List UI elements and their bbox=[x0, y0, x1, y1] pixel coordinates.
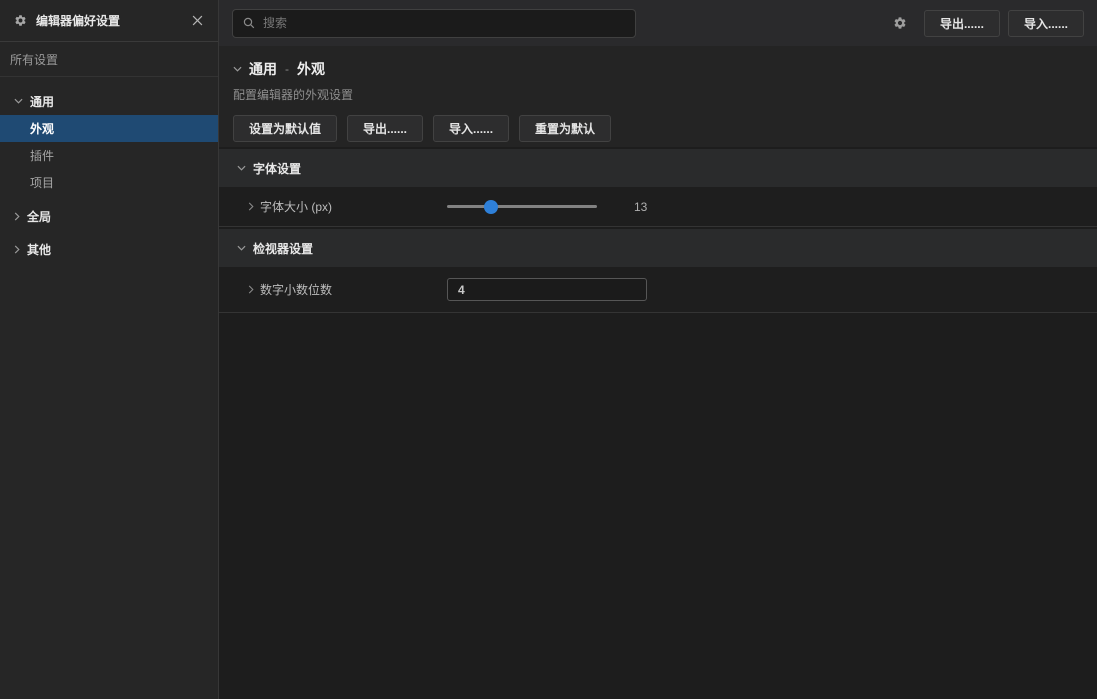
main-panel: 导出...... 导入...... 通用 - 外观 配置编辑器的外观设置 设置为… bbox=[219, 0, 1097, 699]
page-title: 外观 bbox=[297, 59, 325, 79]
section-title: 字体设置 bbox=[253, 160, 301, 177]
sidebar-item-project[interactable]: 项目 bbox=[0, 169, 218, 196]
chevron-down-icon[interactable] bbox=[233, 66, 242, 72]
slider-track[interactable] bbox=[447, 205, 597, 208]
search-box bbox=[232, 9, 636, 38]
chevron-right-icon[interactable] bbox=[248, 285, 254, 294]
setting-label: 数字小数位数 bbox=[260, 281, 447, 298]
reset-default-button[interactable]: 重置为默认 bbox=[519, 115, 611, 142]
settings-gear-icon[interactable] bbox=[893, 16, 907, 30]
page-subtitle: 配置编辑器的外观设置 bbox=[233, 86, 1084, 103]
export-button[interactable]: 导出...... bbox=[924, 10, 1000, 37]
close-icon[interactable] bbox=[188, 12, 206, 30]
chevron-right-icon[interactable] bbox=[248, 202, 254, 211]
page-heading-area: 通用 - 外观 配置编辑器的外观设置 设置为默认值 导出...... 导入...… bbox=[219, 46, 1097, 147]
font-size-slider[interactable] bbox=[447, 200, 597, 214]
sidebar: 编辑器偏好设置 所有设置 通用 外观 插件 项目 全局 bbox=[0, 0, 219, 699]
section-title: 检视器设置 bbox=[253, 240, 313, 257]
chevron-down-icon bbox=[237, 165, 246, 171]
chevron-right-icon bbox=[14, 245, 20, 254]
action-buttons: 设置为默认值 导出...... 导入...... 重置为默认 bbox=[233, 115, 1084, 142]
chevron-down-icon bbox=[14, 98, 23, 104]
import-button[interactable]: 导入...... bbox=[1008, 10, 1084, 37]
empty-content-area bbox=[219, 313, 1097, 699]
chevron-right-icon bbox=[14, 212, 20, 221]
sidebar-group-other[interactable]: 其他 bbox=[0, 237, 218, 261]
sidebar-group-label: 其他 bbox=[27, 241, 51, 258]
setting-label: 字体大小 (px) bbox=[260, 198, 447, 215]
export-settings-button[interactable]: 导出...... bbox=[347, 115, 423, 142]
set-default-button[interactable]: 设置为默认值 bbox=[233, 115, 337, 142]
breadcrumb: 通用 - 外观 bbox=[233, 59, 1084, 79]
sidebar-group-general[interactable]: 通用 bbox=[0, 89, 218, 113]
sidebar-group-label: 通用 bbox=[30, 93, 54, 110]
search-icon bbox=[243, 17, 255, 29]
slider-thumb[interactable] bbox=[484, 200, 498, 214]
breadcrumb-separator: - bbox=[285, 62, 289, 76]
search-input[interactable] bbox=[263, 16, 625, 30]
sidebar-nav: 通用 外观 插件 项目 全局 其他 bbox=[0, 77, 218, 261]
chevron-down-icon bbox=[237, 245, 246, 251]
import-settings-button[interactable]: 导入...... bbox=[433, 115, 509, 142]
slider-value: 13 bbox=[634, 200, 647, 214]
sidebar-group-global[interactable]: 全局 bbox=[0, 204, 218, 228]
preferences-window: 编辑器偏好设置 所有设置 通用 外观 插件 项目 全局 bbox=[0, 0, 1097, 699]
sidebar-item-plugins[interactable]: 插件 bbox=[0, 142, 218, 169]
gear-icon bbox=[14, 14, 27, 27]
topbar: 导出...... 导入...... bbox=[219, 0, 1097, 46]
breadcrumb-group: 通用 bbox=[249, 59, 277, 79]
section-header-font[interactable]: 字体设置 bbox=[219, 149, 1097, 187]
setting-row-font-size: 字体大小 (px) 13 bbox=[219, 187, 1097, 227]
setting-row-decimal-places: 数字小数位数 bbox=[219, 267, 1097, 313]
decimal-places-input[interactable] bbox=[447, 278, 647, 301]
sidebar-item-appearance[interactable]: 外观 bbox=[0, 115, 218, 142]
window-title: 编辑器偏好设置 bbox=[36, 12, 120, 29]
sidebar-header: 编辑器偏好设置 bbox=[0, 0, 218, 42]
sidebar-item-all-settings[interactable]: 所有设置 bbox=[0, 42, 218, 77]
section-header-inspector[interactable]: 检视器设置 bbox=[219, 229, 1097, 267]
sidebar-group-label: 全局 bbox=[27, 208, 51, 225]
